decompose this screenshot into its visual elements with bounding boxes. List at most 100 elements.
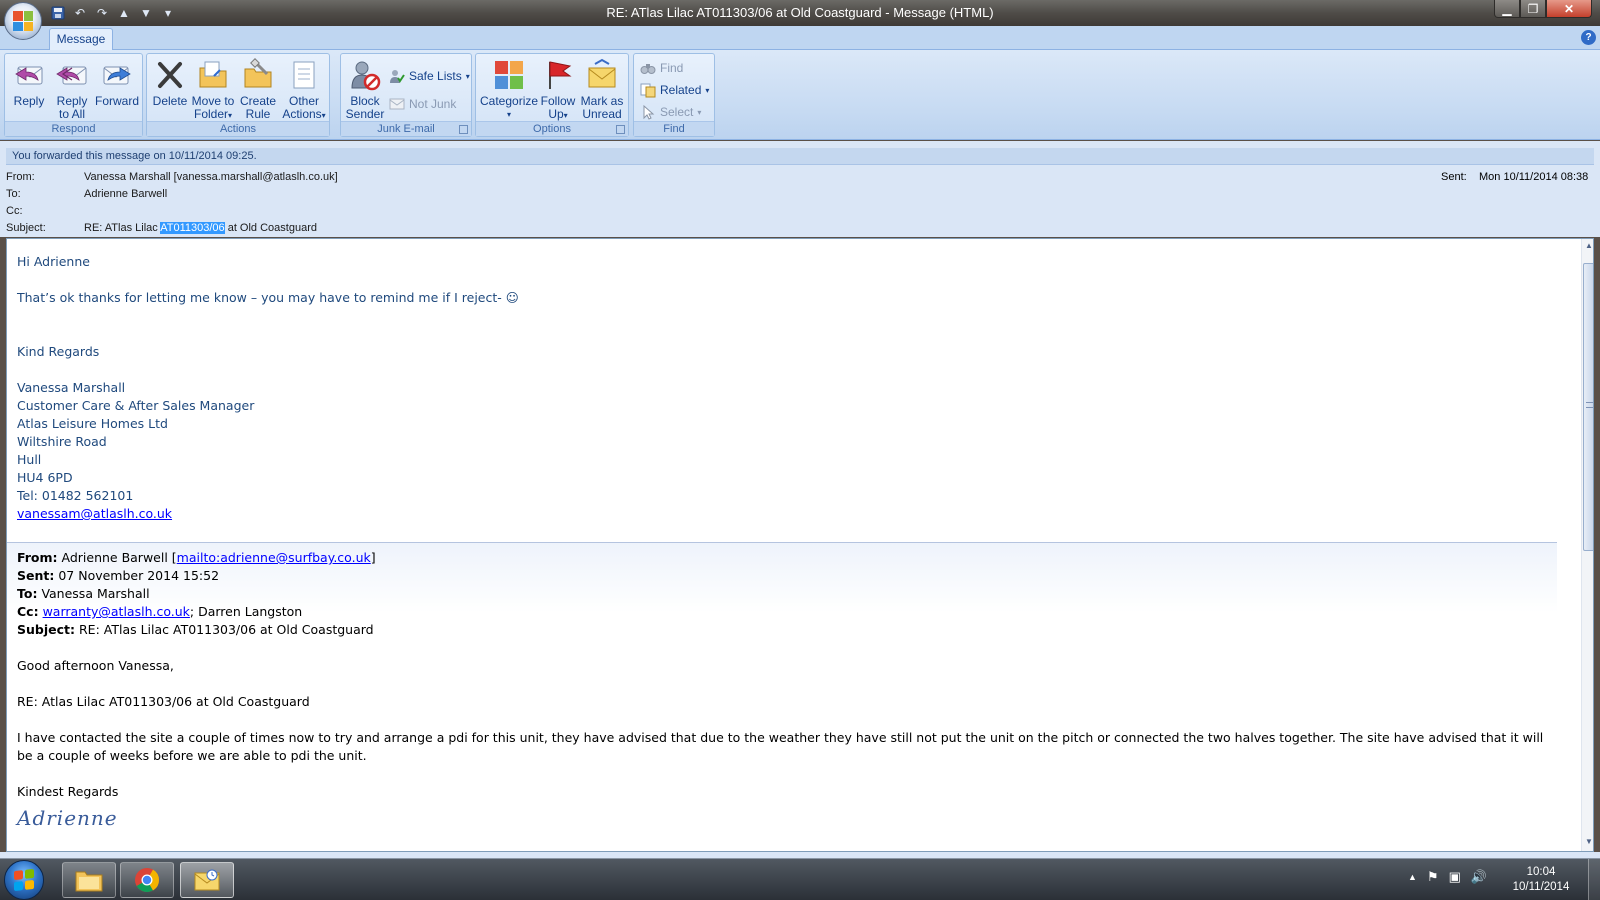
subject-value[interactable]: RE: ATlas Lilac AT011303/06 at Old Coast… (84, 222, 317, 234)
safe-lists-label: Safe Lists (409, 69, 462, 83)
move-to-folder-button[interactable]: Move to Folder▾ (190, 58, 236, 122)
reply-all-button[interactable]: Reply to All (51, 58, 93, 121)
quoted-from-label: From: (17, 550, 58, 565)
volume-icon[interactable]: 🔊 (1471, 869, 1487, 885)
quoted-cc-link[interactable]: warranty@atlaslh.co.uk (43, 604, 190, 619)
quoted-from-line: From: Adrienne Barwell [mailto:adrienne@… (17, 549, 1547, 567)
quoted-subject-label: Subject: (17, 622, 75, 637)
not-junk-button[interactable]: Not Junk (389, 94, 456, 114)
sent-label: Sent: (1441, 171, 1467, 183)
signature-street: Wiltshire Road (17, 434, 107, 449)
mark-as-unread-label-2: Unread (582, 107, 622, 121)
mark-as-unread-icon (588, 58, 616, 88)
system-tray: ▲ ⚑ ▣ 🔊 (1408, 869, 1487, 885)
scroll-down-icon[interactable]: ▼ (1582, 835, 1593, 849)
block-sender-button[interactable]: Block Sender (345, 58, 385, 121)
select-dropdown-icon: ▾ (697, 107, 702, 117)
quoted-from-close: ] (370, 550, 376, 565)
move-to-folder-label-2: Folder (193, 107, 228, 121)
not-junk-label: Not Junk (409, 97, 457, 111)
reply-button[interactable]: Reply (9, 58, 49, 108)
minimize-button[interactable]: ▁ (1494, 0, 1520, 18)
quoted-from-link[interactable]: mailto:adrienne@surfbay.co.uk (177, 550, 371, 565)
forward-icon (103, 66, 131, 85)
signature-email-link[interactable]: vanessam@atlaslh.co.uk (17, 506, 172, 521)
window-title: RE: ATlas Lilac AT011303/06 at Old Coast… (606, 5, 994, 20)
from-label: From: (6, 171, 35, 183)
action-center-flag-icon[interactable]: ⚑ (1427, 869, 1439, 885)
ribbon-tab-strip: Message ? (0, 26, 1600, 51)
subject-text-before: RE: ATlas Lilac (84, 222, 161, 234)
office-button[interactable] (4, 2, 42, 40)
select-label: Select (660, 105, 694, 119)
scroll-thumb[interactable] (1583, 263, 1593, 551)
info-bar[interactable]: You forwarded this message on 10/11/2014… (6, 148, 1594, 165)
binoculars-icon (640, 64, 656, 74)
outlook-icon (194, 869, 220, 891)
quoted-cc-line: Cc: warranty@atlaslh.co.uk; Darren Langs… (17, 603, 1547, 621)
from-value[interactable]: Vanessa Marshall [vanessa.marshall@atlas… (84, 171, 338, 183)
forward-label: Forward (94, 94, 139, 108)
quoted-to-value: Vanessa Marshall (41, 586, 150, 601)
greeting: Hi Adrienne (17, 254, 90, 269)
taskbar: ▲ ⚑ ▣ 🔊 10:04 10/11/2014 (0, 858, 1600, 900)
tab-message[interactable]: Message (49, 28, 113, 51)
categorize-label: Categorize (480, 94, 539, 108)
safe-lists-button[interactable]: Safe Lists ▾ (389, 66, 470, 86)
junk-dialog-launcher-icon[interactable] (459, 125, 468, 134)
quoted-re-line: RE: Atlas Lilac AT011303/06 at Old Coast… (17, 694, 310, 709)
windows-logo-icon (14, 868, 34, 892)
categorize-dropdown-icon: ▾ (506, 110, 511, 119)
group-options-label: Options (476, 121, 628, 136)
maximize-button[interactable]: ❐ (1520, 0, 1546, 18)
sent-value: Mon 10/11/2014 08:38 (1479, 171, 1589, 183)
follow-up-icon (549, 61, 572, 89)
select-button[interactable]: Select ▾ (640, 102, 701, 122)
create-rule-button[interactable]: Create Rule (237, 58, 279, 121)
to-value[interactable]: Adrienne Barwell (84, 188, 167, 200)
quoted-message: From: Adrienne Barwell [mailto:adrienne@… (7, 542, 1557, 833)
subject-selected-text: AT011303/06 (160, 222, 225, 234)
taskbar-explorer-button[interactable] (62, 862, 116, 898)
reply-all-icon (56, 66, 87, 85)
network-icon[interactable]: ▣ (1449, 869, 1461, 885)
show-hidden-icons-icon[interactable]: ▲ (1408, 872, 1417, 885)
taskbar-chrome-button[interactable] (120, 862, 174, 898)
group-actions: Delete Move to Folder▾ Create Rule Other… (146, 53, 330, 137)
quoted-cc-rest: ; Darren Langston (189, 604, 303, 619)
related-button[interactable]: Related ▾ (640, 80, 709, 100)
group-respond: Reply Reply to All Forward Respond (4, 53, 143, 137)
show-desktop-button[interactable] (1588, 859, 1600, 900)
reply-icon (15, 66, 43, 85)
related-icon (640, 83, 656, 98)
signature-company: Atlas Leisure Homes Ltd (17, 416, 168, 431)
find-button[interactable]: Find (640, 58, 683, 78)
other-actions-button[interactable]: Other Actions▾ (281, 58, 327, 122)
clock[interactable]: 10:04 10/11/2014 (1508, 865, 1574, 895)
clock-time: 10:04 (1526, 866, 1556, 878)
taskbar-outlook-button[interactable] (180, 862, 234, 898)
quoted-greeting: Good afternoon Vanessa, (17, 658, 174, 673)
follow-up-button[interactable]: Follow Up▾ (538, 58, 578, 122)
options-dialog-launcher-icon[interactable] (616, 125, 625, 134)
start-button[interactable] (4, 860, 44, 900)
quoted-to-label: To: (17, 586, 38, 601)
group-actions-label: Actions (147, 121, 329, 136)
close-button[interactable]: ✕ (1546, 0, 1592, 18)
scroll-up-icon[interactable]: ▲ (1582, 239, 1593, 253)
create-rule-icon (244, 58, 272, 88)
categorize-button[interactable]: Categorize ▾ (480, 58, 538, 121)
block-sender-label-2: Sender (345, 107, 385, 121)
help-icon[interactable]: ? (1581, 30, 1596, 45)
reply-label: Reply (13, 94, 45, 108)
other-actions-icon (293, 61, 315, 89)
delete-button[interactable]: Delete (151, 58, 189, 108)
clock-date: 10/11/2014 (1512, 881, 1570, 893)
vertical-scrollbar[interactable]: ▲ ▼ (1581, 239, 1593, 851)
handwritten-signature: Adrienne (17, 806, 118, 830)
mark-as-unread-button[interactable]: Mark as Unread (578, 58, 626, 121)
forward-button[interactable]: Forward (93, 58, 141, 108)
message-body[interactable]: Hi Adrienne That’s ok thanks for letting… (6, 238, 1594, 852)
quoted-sent-line: Sent: 07 November 2014 15:52 (17, 567, 1547, 585)
to-label: To: (6, 188, 21, 200)
